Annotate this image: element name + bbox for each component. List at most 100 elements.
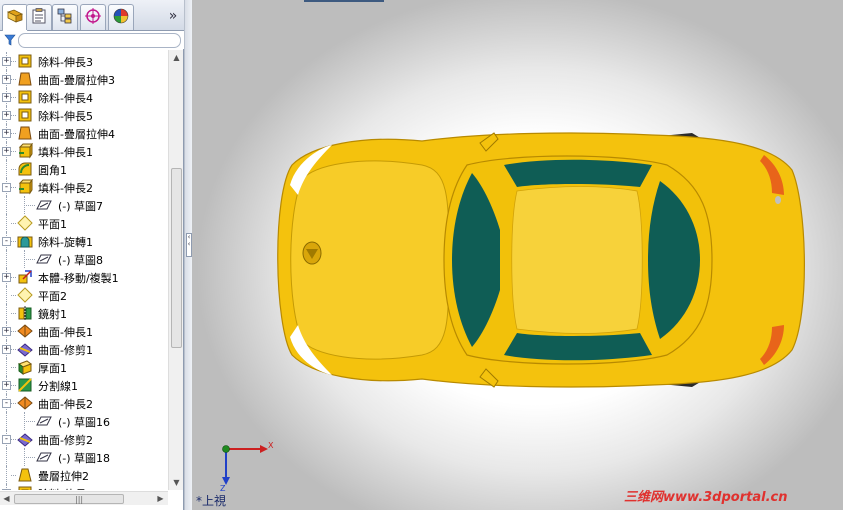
tree-node[interactable]: 疊層拉伸2 xyxy=(0,466,168,484)
boss-loft-icon xyxy=(17,467,33,483)
tree-branch xyxy=(11,97,16,98)
expand-toggle-icon[interactable]: + xyxy=(2,273,11,282)
tree-vertical-scrollbar[interactable]: ▲ ▼ xyxy=(168,50,183,490)
horizontal-scroll-thumb[interactable]: ||| xyxy=(14,494,124,504)
tab-feature-manager[interactable] xyxy=(2,4,28,31)
plane-icon xyxy=(17,287,33,303)
tree-node[interactable]: + 本體-移動/複製1 xyxy=(0,268,168,286)
tree-node-label: (-) 草圖16 xyxy=(58,416,111,429)
tree-connector xyxy=(6,250,7,268)
expand-toggle-icon[interactable]: + xyxy=(2,93,11,102)
scroll-up-arrow-icon[interactable]: ▲ xyxy=(169,50,184,65)
tree-branch xyxy=(11,151,16,152)
toolbar-edge xyxy=(304,0,384,2)
tree-connector xyxy=(6,448,7,466)
tree-node-label: 填料-伸長1 xyxy=(38,146,93,159)
appearance-pie-icon xyxy=(112,7,130,28)
tree-node[interactable]: + 除料-伸長4 xyxy=(0,88,168,106)
watermark-text: 三维网www.3dportal.cn xyxy=(624,490,788,505)
tree-node[interactable]: + 曲面-修剪1 xyxy=(0,340,168,358)
tree-filter-input[interactable] xyxy=(18,33,181,48)
tree-node-label: 除料-伸長5 xyxy=(38,110,93,123)
tree-node[interactable]: + 填料-伸長1 xyxy=(0,142,168,160)
tree-node[interactable]: + 曲面-疊層拉伸3 xyxy=(0,70,168,88)
crosshair-target-icon xyxy=(84,7,102,28)
tree-branch xyxy=(11,367,16,368)
tree-node[interactable]: + 除料-伸長5 xyxy=(0,106,168,124)
tab-property-manager[interactable] xyxy=(26,4,52,30)
tree-connector xyxy=(6,466,7,484)
tree-node-label: 填料-伸長2 xyxy=(38,182,93,195)
tree-node[interactable]: - 填料-伸長2 xyxy=(0,178,168,196)
tab-configuration-manager[interactable] xyxy=(52,4,78,30)
cut-extrude-icon xyxy=(17,89,33,105)
expand-toggle-icon[interactable]: + xyxy=(2,57,11,66)
triad-z-label: Z xyxy=(220,484,226,491)
tree-node[interactable]: + 除料-伸長6 xyxy=(0,484,168,490)
triad-x-label: X xyxy=(268,441,274,450)
cut-extrude-icon xyxy=(17,53,33,69)
tree-node-label: 平面2 xyxy=(38,290,67,303)
surface-extrude-icon xyxy=(17,323,33,339)
collapse-toggle-icon[interactable]: - xyxy=(2,399,11,408)
tree-node[interactable]: - 曲面-伸長2 xyxy=(0,394,168,412)
tree-node-label: 厚面1 xyxy=(38,362,67,375)
tree-node-label: 曲面-伸長2 xyxy=(38,398,93,411)
tree-node[interactable]: + 曲面-疊層拉伸4 xyxy=(0,124,168,142)
filter-funnel-icon[interactable] xyxy=(4,34,16,46)
tree-node-label: 曲面-修剪1 xyxy=(38,344,93,357)
tree-node[interactable]: - 曲面-修剪2 xyxy=(0,430,168,448)
tree-branch xyxy=(11,79,16,80)
tree-node[interactable]: - 除料-旋轉1 xyxy=(0,232,168,250)
vertical-scroll-thumb[interactable] xyxy=(171,168,182,348)
tree-filter-bar xyxy=(0,31,184,49)
expand-toggle-icon[interactable]: + xyxy=(2,129,11,138)
tree-branch xyxy=(11,385,16,386)
tree-branch xyxy=(11,187,16,188)
more-tabs-chevron-icon[interactable]: » xyxy=(166,8,180,24)
tree-node[interactable]: 鏡射1 xyxy=(0,304,168,322)
expand-toggle-icon[interactable]: + xyxy=(2,489,11,490)
expand-toggle-icon[interactable]: + xyxy=(2,381,11,390)
tree-node-label: 疊層拉伸2 xyxy=(38,470,89,483)
car-model-top-view[interactable] xyxy=(272,125,812,395)
tree-node[interactable]: 厚面1 xyxy=(0,358,168,376)
expand-toggle-icon[interactable]: + xyxy=(2,111,11,120)
tree-branch xyxy=(11,403,16,404)
tree-child-node[interactable]: (-) 草圖18 xyxy=(0,448,168,466)
tree-branch xyxy=(11,331,16,332)
scroll-left-arrow-icon[interactable]: ◀ xyxy=(0,492,13,505)
tab-display-manager[interactable] xyxy=(108,4,134,30)
tree-child-node[interactable]: (-) 草圖16 xyxy=(0,412,168,430)
feature-tree-icon xyxy=(6,8,24,29)
expand-toggle-icon[interactable]: + xyxy=(2,327,11,336)
fillet-icon xyxy=(17,161,33,177)
tree-child-node[interactable]: (-) 草圖8 xyxy=(0,250,168,268)
tree-horizontal-scrollbar[interactable]: ◀ ||| ▶ xyxy=(0,491,168,505)
cut-revolve-icon xyxy=(17,233,33,249)
tree-node[interactable]: + 曲面-伸長1 xyxy=(0,322,168,340)
collapse-toggle-icon[interactable]: - xyxy=(2,183,11,192)
tree-connector xyxy=(6,304,7,322)
thicken-icon xyxy=(17,359,33,375)
tree-node[interactable]: 平面1 xyxy=(0,214,168,232)
expand-toggle-icon[interactable]: + xyxy=(2,147,11,156)
surface-extrude-icon xyxy=(17,395,33,411)
tree-node[interactable]: + 分割線1 xyxy=(0,376,168,394)
collapse-toggle-icon[interactable]: - xyxy=(2,237,11,246)
panel-splitter[interactable]: ‹ ‹ xyxy=(184,0,192,510)
scroll-right-arrow-icon[interactable]: ▶ xyxy=(154,492,167,505)
tree-node[interactable]: + 除料-伸長3 xyxy=(0,52,168,70)
tab-dimxpert[interactable] xyxy=(80,4,106,30)
tree-branch xyxy=(11,115,16,116)
surface-trim-icon xyxy=(17,431,33,447)
expand-toggle-icon[interactable]: + xyxy=(2,75,11,84)
tree-node[interactable]: 平面2 xyxy=(0,286,168,304)
tree-branch xyxy=(11,241,16,242)
collapse-toggle-icon[interactable]: - xyxy=(2,435,11,444)
expand-toggle-icon[interactable]: + xyxy=(2,345,11,354)
scroll-down-arrow-icon[interactable]: ▼ xyxy=(169,475,184,490)
graphics-viewport[interactable]: X Z *上視 三维网www.3dportal.cn xyxy=(192,0,843,510)
tree-child-node[interactable]: (-) 草圖7 xyxy=(0,196,168,214)
tree-node[interactable]: 圓角1 xyxy=(0,160,168,178)
